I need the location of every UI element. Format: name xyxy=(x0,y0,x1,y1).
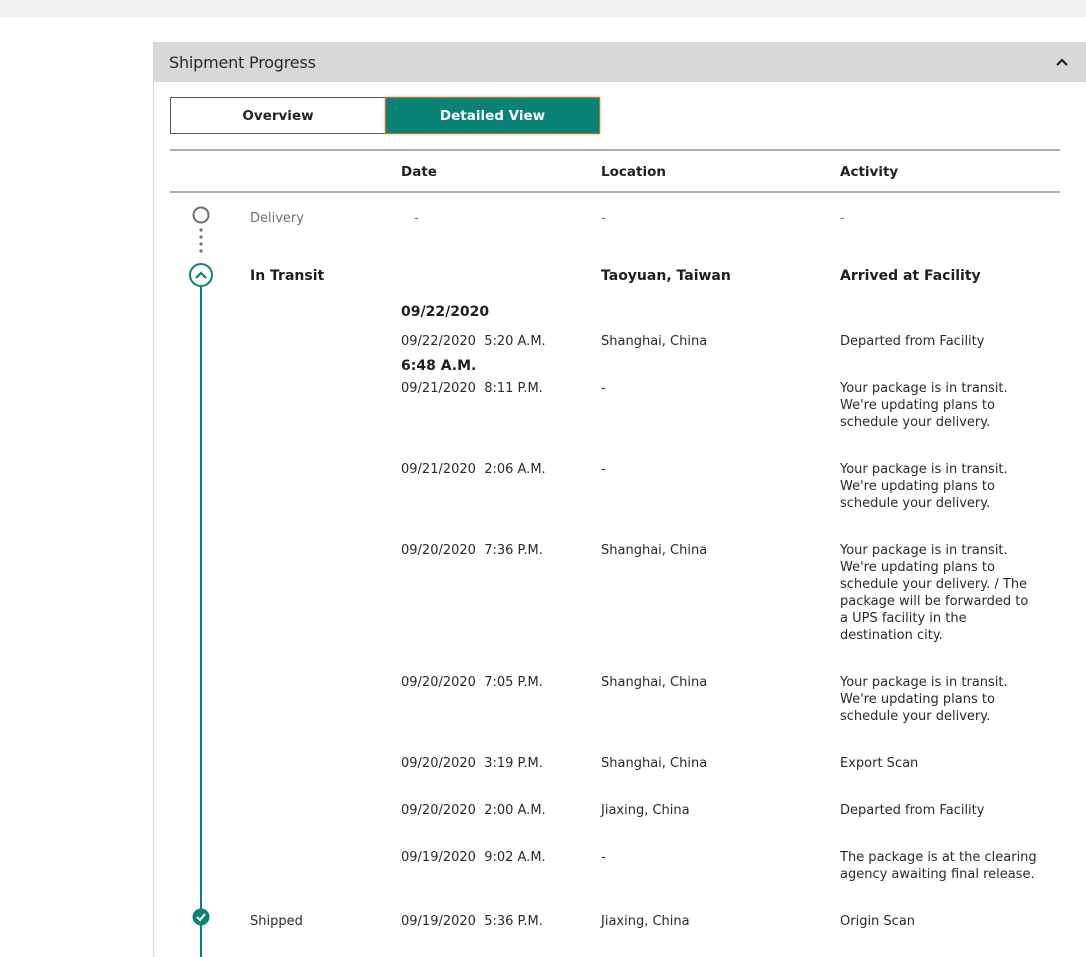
stage-label-delivery: Delivery xyxy=(250,210,304,227)
table-header-rule xyxy=(170,191,1060,193)
event-date: 09/20/2020 3:19 P.M. xyxy=(401,755,543,772)
event-location: - xyxy=(601,849,606,866)
detailed-view-tab[interactable]: Detailed View xyxy=(385,97,600,134)
in-transit-chevron-circle-icon xyxy=(190,264,212,286)
shipped-location: Jiaxing, China xyxy=(601,913,690,930)
event-date: 09/19/2020 9:02 A.M. xyxy=(401,849,546,866)
shipped-date: 09/19/2020 5:36 P.M. xyxy=(401,913,543,930)
in-transit-location: Taoyuan, Taiwan xyxy=(601,267,731,285)
panel-header[interactable]: Shipment Progress xyxy=(154,42,1086,82)
in-transit-date-time: 6:48 A.M. xyxy=(401,357,489,375)
stage-label-shipped: Shipped xyxy=(250,913,303,930)
event-location: Shanghai, China xyxy=(601,755,707,772)
event-activity: Departed from Facility xyxy=(840,802,1040,819)
column-header-date: Date xyxy=(401,164,437,180)
event-activity: Your package is in transit. We're updati… xyxy=(840,380,1040,431)
event-location: Shanghai, China xyxy=(601,333,707,350)
table-top-rule xyxy=(170,149,1060,151)
event-date: 09/20/2020 2:00 A.M. xyxy=(401,802,546,819)
event-date: 09/21/2020 8:11 P.M. xyxy=(401,380,543,397)
column-header-location: Location xyxy=(601,164,666,180)
event-date: 09/20/2020 7:05 P.M. xyxy=(401,674,543,691)
event-activity: Departed from Facility xyxy=(840,333,1040,350)
event-activity: Your package is in transit. We're updati… xyxy=(840,461,1040,512)
event-location: - xyxy=(601,380,606,397)
in-transit-activity: Arrived at Facility xyxy=(840,267,981,285)
top-strip xyxy=(0,0,1086,17)
progress-timeline xyxy=(154,42,254,957)
event-activity: Your package is in transit. We're updati… xyxy=(840,542,1040,644)
delivery-date: - xyxy=(414,210,419,227)
delivery-location: - xyxy=(601,210,606,227)
shipped-check-circle-icon xyxy=(193,909,210,926)
column-header-activity: Activity xyxy=(840,164,898,180)
event-location: Jiaxing, China xyxy=(601,802,690,819)
event-activity: Your package is in transit. We're updati… xyxy=(840,674,1040,725)
chevron-up-icon[interactable] xyxy=(1054,54,1070,70)
delivery-pending-circle-icon xyxy=(194,208,209,223)
delivery-activity: - xyxy=(840,210,845,227)
event-location: Shanghai, China xyxy=(601,674,707,691)
event-activity: Export Scan xyxy=(840,755,1040,772)
event-date: 09/21/2020 2:06 A.M. xyxy=(401,461,546,478)
stage-label-in-transit: In Transit xyxy=(250,267,324,285)
event-date: 09/22/2020 5:20 A.M. xyxy=(401,333,546,350)
shipped-activity: Origin Scan xyxy=(840,913,1040,930)
shipment-progress-panel: Shipment Progress Overview Detailed View… xyxy=(153,42,1086,957)
pending-dotted-connector xyxy=(199,228,202,252)
event-location: Shanghai, China xyxy=(601,542,707,559)
in-transit-date-day: 09/22/2020 xyxy=(401,303,489,321)
event-location: - xyxy=(601,461,606,478)
event-activity: The package is at the clearing agency aw… xyxy=(840,849,1040,883)
event-date: 09/20/2020 7:36 P.M. xyxy=(401,542,543,559)
